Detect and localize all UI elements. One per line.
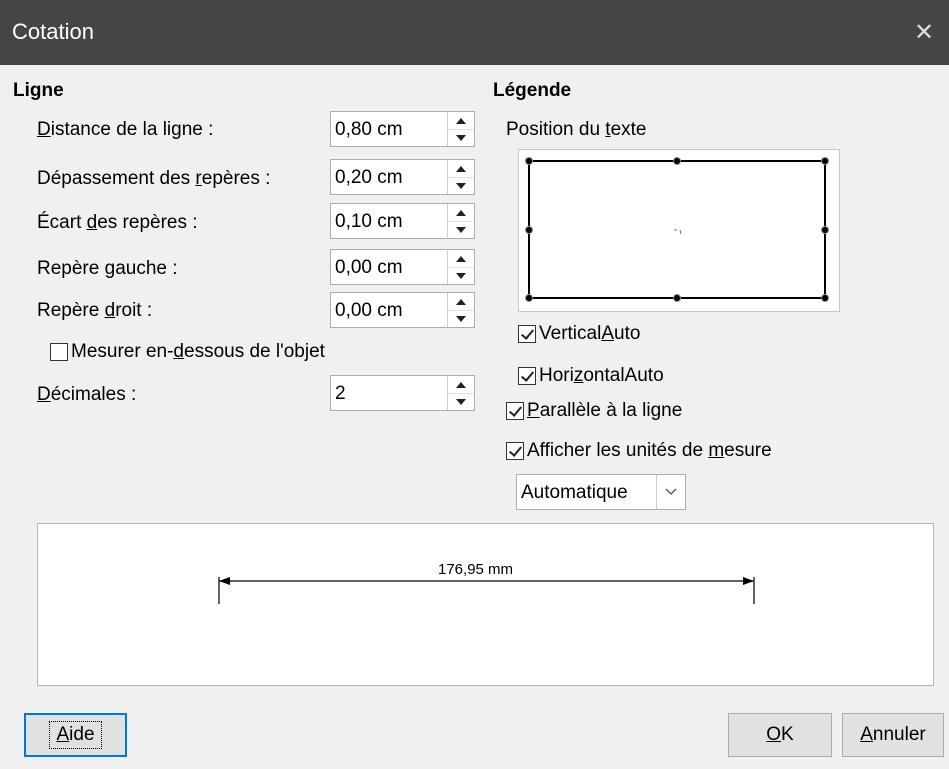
unit-select-value: Automatique [521,482,628,503]
distance-label: Distance de la ligne : [37,119,214,140]
position-middle-right[interactable] [821,226,829,234]
right-guide-down-button[interactable] [448,310,474,327]
left-guide-value[interactable]: 0,00 cm [335,257,403,279]
ligne-heading: Ligne [13,80,64,101]
arrow-down-icon [456,272,466,279]
position-bottom-left[interactable] [525,294,533,302]
horizontal-auto-box[interactable] [518,367,536,385]
position-bottom-center[interactable] [673,294,681,302]
legende-heading: Légende [493,80,572,101]
arrow-down-icon [456,182,466,189]
position-top-right[interactable] [821,157,829,165]
decimals-down-button[interactable] [448,393,474,410]
overhang-value[interactable]: 0,20 cm [335,167,403,189]
show-units-box[interactable] [506,442,524,460]
ok-button[interactable]: OK [728,713,832,757]
arrow-up-icon [456,298,466,305]
parallel-checkbox[interactable]: Parallèle à la ligne [506,400,682,422]
horizontal-auto-label: HorizontalAuto [539,365,664,386]
show-units-checkbox[interactable]: Afficher les unités de mesure [506,440,772,462]
distance-down-button[interactable] [448,129,474,146]
close-button[interactable]: ✕ [899,0,949,65]
measure-text: 176,95 mm [438,561,514,578]
dimension-line-preview [218,577,755,604]
distance-value[interactable]: 0,80 cm [335,119,403,141]
show-units-label: Afficher les unités de mesure [527,440,772,461]
measure-below-label: Mesurer en-dessous de l'objet [71,341,325,362]
overhang-down-button[interactable] [448,177,474,194]
left-guide-label: Repère gauche : [37,258,178,279]
unit-select[interactable]: Automatique [516,474,686,510]
decimals-up-button[interactable] [448,376,474,394]
measure-below-checkbox[interactable]: Mesurer en-dessous de l'objet [50,341,325,363]
arrow-up-icon [456,381,466,388]
arrow-up-icon [456,117,466,124]
position-top-left[interactable] [525,157,533,165]
right-guide-value[interactable]: 0,00 cm [335,300,403,322]
overhang-up-button[interactable] [448,160,474,178]
help-button[interactable]: Aide [24,713,127,757]
overhang-label: Dépassement des repères : [37,168,271,189]
gap-down-button[interactable] [448,221,474,238]
dimension-preview: 176,95 mm [37,523,934,686]
vertical-auto-checkbox[interactable]: VerticalAuto [518,323,640,345]
distance-spinbox[interactable]: 0,80 cm [330,111,475,147]
position-middle-left[interactable] [525,226,533,234]
help-button-label: Aide [49,721,102,749]
arrow-up-icon [456,255,466,262]
gap-up-button[interactable] [448,204,474,222]
cancel-button-label: Annuler [860,724,926,745]
ok-button-label: OK [766,724,794,745]
gap-label: Écart des repères : [37,212,198,233]
horizontal-auto-checkbox[interactable]: HorizontalAuto [518,365,664,387]
decimals-label: Décimales : [37,384,137,405]
left-guide-down-button[interactable] [448,267,474,284]
gap-spinbox[interactable]: 0,10 cm [330,203,475,239]
arrow-up-icon [456,209,466,216]
position-grid-icon [525,157,829,302]
left-guide-up-button[interactable] [448,250,474,268]
right-guide-up-button[interactable] [448,293,474,311]
decimals-spinbox[interactable]: 2 [330,375,475,411]
vertical-auto-box[interactable] [518,325,536,343]
position-top-center[interactable] [673,157,681,165]
decimals-value[interactable]: 2 [335,383,346,405]
right-guide-spinbox[interactable]: 0,00 cm [330,292,475,328]
distance-up-button[interactable] [448,112,474,130]
text-position-label: Position du texte [506,119,647,140]
parallel-box[interactable] [506,402,524,420]
position-center-marker[interactable] [674,229,682,235]
close-icon: ✕ [913,19,935,46]
right-guide-label: Repère droit : [37,300,153,321]
position-bottom-right[interactable] [821,294,829,302]
arrow-up-icon [456,165,466,172]
overhang-spinbox[interactable]: 0,20 cm [330,159,475,195]
chevron-down-icon[interactable] [656,475,685,509]
arrow-down-icon [456,315,466,322]
text-position-selector[interactable] [518,149,840,312]
left-guide-spinbox[interactable]: 0,00 cm [330,249,475,285]
measure-below-box[interactable] [50,343,68,361]
arrow-down-icon [456,226,466,233]
gap-value[interactable]: 0,10 cm [335,211,403,233]
title-bar: Cotation ✕ [0,0,949,65]
vertical-auto-label: VerticalAuto [539,323,641,344]
arrow-down-icon [456,134,466,141]
arrow-down-icon [456,398,466,405]
dialog-title: Cotation [12,19,94,44]
cancel-button[interactable]: Annuler [842,713,944,757]
parallel-label: Parallèle à la ligne [527,400,683,421]
